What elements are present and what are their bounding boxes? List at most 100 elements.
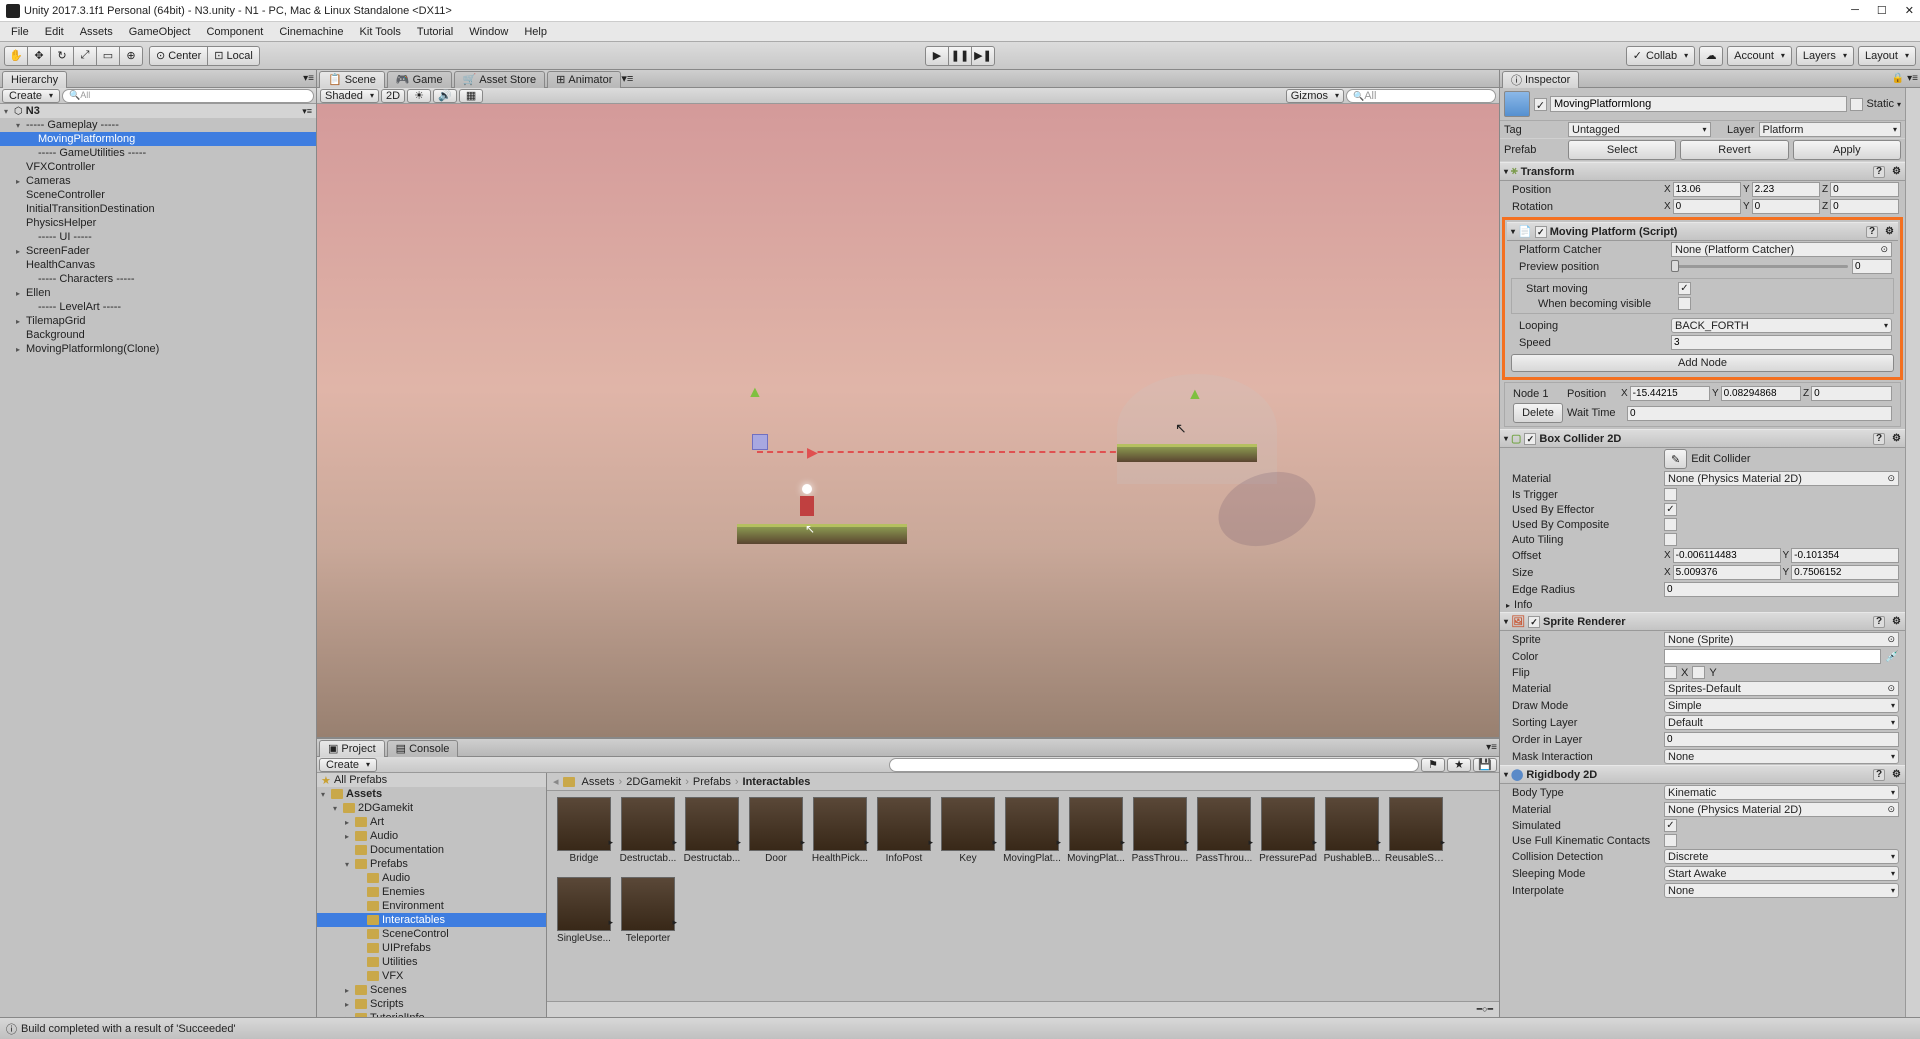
2d-toggle-button[interactable]: 2D <box>381 89 405 103</box>
hierarchy-item[interactable]: MovingPlatformlong <box>0 132 316 146</box>
project-tree-item[interactable]: ▸Art <box>317 815 546 829</box>
preview-slider[interactable] <box>1671 265 1848 268</box>
flip-y-checkbox[interactable] <box>1692 666 1705 679</box>
used-by-effector-checkbox[interactable]: ✓ <box>1664 503 1677 516</box>
add-node-button[interactable]: Add Node <box>1511 354 1894 372</box>
menu-component[interactable]: Component <box>199 24 270 40</box>
menu-edit[interactable]: Edit <box>38 24 71 40</box>
color-field[interactable] <box>1664 649 1881 664</box>
asset-item[interactable]: ▸ReusableSw... <box>1385 797 1447 875</box>
menu-window[interactable]: Window <box>462 24 515 40</box>
scene-search-input[interactable]: 🔍All <box>1346 89 1496 103</box>
project-search-input[interactable] <box>889 758 1419 772</box>
cloud-button[interactable]: ☁ <box>1699 46 1723 66</box>
wait-time-input[interactable] <box>1627 406 1892 421</box>
gear-icon[interactable]: ⚙ <box>1892 166 1901 177</box>
gameobject-icon[interactable] <box>1504 91 1530 117</box>
project-tree-item[interactable]: Enemies <box>317 885 546 899</box>
menu-help[interactable]: Help <box>517 24 554 40</box>
panel-menu-icon[interactable]: ▾≡ <box>1486 742 1497 753</box>
pos-z-input[interactable] <box>1830 182 1899 197</box>
project-tree-item[interactable]: ▾Assets <box>317 787 546 801</box>
shading-mode-dropdown[interactable]: Shaded <box>320 89 379 103</box>
hierarchy-item[interactable]: ----- GameUtilities ----- <box>0 146 316 160</box>
platform-catcher-field[interactable]: None (Platform Catcher) <box>1671 242 1892 257</box>
asset-item[interactable]: ▸PassThrou... <box>1129 797 1191 875</box>
hierarchy-item[interactable]: ----- UI ----- <box>0 230 316 244</box>
panel-menu-icon[interactable]: 🔒 ▾≡ <box>1892 73 1918 84</box>
transform-header[interactable]: ▾⚹Transform ?⚙ <box>1500 162 1905 181</box>
sprite-field[interactable]: None (Sprite) <box>1664 632 1899 647</box>
character-object[interactable]: ↖ <box>787 484 827 544</box>
menu-cinemachine[interactable]: Cinemachine <box>272 24 350 40</box>
help-icon[interactable]: ? <box>1866 226 1878 238</box>
hierarchy-item[interactable]: InitialTransitionDestination <box>0 202 316 216</box>
asset-item[interactable]: ▸PressurePad <box>1257 797 1319 875</box>
moving-platform-header[interactable]: ▾📄 ✓ Moving Platform (Script) ?⚙ <box>1507 222 1898 241</box>
layer-dropdown[interactable]: Platform <box>1759 122 1902 137</box>
gameobject-name-input[interactable] <box>1550 96 1847 112</box>
scene-row[interactable]: ▾⬡ N3 ▾≡ <box>0 104 316 118</box>
node-handle[interactable] <box>752 434 768 450</box>
sprite-material-field[interactable]: Sprites-Default <box>1664 681 1899 696</box>
prefab-select-button[interactable]: Select <box>1568 140 1676 160</box>
pivot-center-button[interactable]: ⊙ Center <box>149 46 208 66</box>
box-collider-header[interactable]: ▾▢ ✓ Box Collider 2D ?⚙ <box>1500 429 1905 448</box>
edge-radius-input[interactable] <box>1664 582 1899 597</box>
tag-dropdown[interactable]: Untagged <box>1568 122 1711 137</box>
hierarchy-item[interactable]: ----- LevelArt ----- <box>0 300 316 314</box>
speed-input[interactable] <box>1671 335 1892 350</box>
active-checkbox[interactable]: ✓ <box>1534 98 1547 111</box>
asset-store-tab[interactable]: 🛒 Asset Store <box>454 71 546 88</box>
project-tab[interactable]: ▣ Project <box>319 740 385 757</box>
panel-menu-icon[interactable]: ▾≡ <box>303 73 314 84</box>
pivot-local-button[interactable]: ⊡ Local <box>207 46 260 66</box>
layers-dropdown[interactable]: Layers <box>1796 46 1854 66</box>
node-z-input[interactable] <box>1811 386 1892 401</box>
help-icon[interactable]: ? <box>1873 616 1885 628</box>
transform-tool-button[interactable]: ⊕ <box>119 46 143 66</box>
body-type-dropdown[interactable]: Kinematic <box>1664 785 1899 800</box>
animator-tab[interactable]: ⊞ Animator <box>547 71 621 88</box>
x-axis-gizmo-icon[interactable]: ▶ <box>807 444 818 461</box>
order-layer-input[interactable] <box>1664 732 1899 747</box>
sleeping-mode-dropdown[interactable]: Start Awake <box>1664 866 1899 881</box>
asset-item[interactable]: ▸SingleUse... <box>553 877 615 955</box>
project-tree-item[interactable]: ▸Audio <box>317 829 546 843</box>
used-by-composite-checkbox[interactable] <box>1664 518 1677 531</box>
panel-menu-icon[interactable]: ▾≡ <box>621 72 633 85</box>
minimize-button[interactable]: ─ <box>1851 4 1859 17</box>
project-tree-item[interactable]: Environment <box>317 899 546 913</box>
hand-tool-button[interactable]: ✋ <box>4 46 28 66</box>
material-field[interactable]: None (Physics Material 2D) <box>1664 471 1899 486</box>
filter-type-button[interactable]: ★ <box>1447 758 1471 772</box>
menu-gameobject[interactable]: GameObject <box>122 24 198 40</box>
fx-toggle[interactable]: ▦ <box>459 89 483 103</box>
asset-item[interactable]: ▸Teleporter <box>617 877 679 955</box>
hierarchy-item[interactable]: ▸ScreenFader <box>0 244 316 258</box>
rot-x-input[interactable] <box>1673 199 1741 214</box>
scene-viewport[interactable]: ▲ ▲ ▶ ▶ ↖ <box>317 104 1499 737</box>
gear-icon[interactable]: ⚙ <box>1892 616 1901 627</box>
looping-dropdown[interactable]: BACK_FORTH <box>1671 318 1892 333</box>
asset-item[interactable]: ▸Door <box>745 797 807 875</box>
asset-item[interactable]: ▸PassThrou... <box>1193 797 1255 875</box>
inspector-tab[interactable]: ⓘ Inspector <box>1502 71 1579 88</box>
move-tool-button[interactable]: ✥ <box>27 46 51 66</box>
platform-object[interactable] <box>1117 444 1257 462</box>
hierarchy-item[interactable]: ----- Characters ----- <box>0 272 316 286</box>
collab-dropdown[interactable]: ✓ Collab <box>1626 46 1695 66</box>
draw-mode-dropdown[interactable]: Simple <box>1664 698 1899 713</box>
asset-item[interactable]: ▸MovingPlat... <box>1065 797 1127 875</box>
rot-z-input[interactable] <box>1830 199 1899 214</box>
rect-tool-button[interactable]: ▭ <box>96 46 120 66</box>
menu-tutorial[interactable]: Tutorial <box>410 24 460 40</box>
breadcrumb-item[interactable]: 2DGamekit <box>626 776 681 788</box>
project-tree-item[interactable]: Interactables <box>317 913 546 927</box>
help-icon[interactable]: ? <box>1873 166 1885 178</box>
game-tab[interactable]: 🎮 Game <box>387 71 452 88</box>
console-tab[interactable]: ▤ Console <box>387 740 459 757</box>
maximize-button[interactable]: ☐ <box>1877 4 1887 17</box>
hierarchy-item[interactable]: ▾----- Gameplay ----- <box>0 118 316 132</box>
step-button[interactable]: ▶❚ <box>971 46 995 66</box>
